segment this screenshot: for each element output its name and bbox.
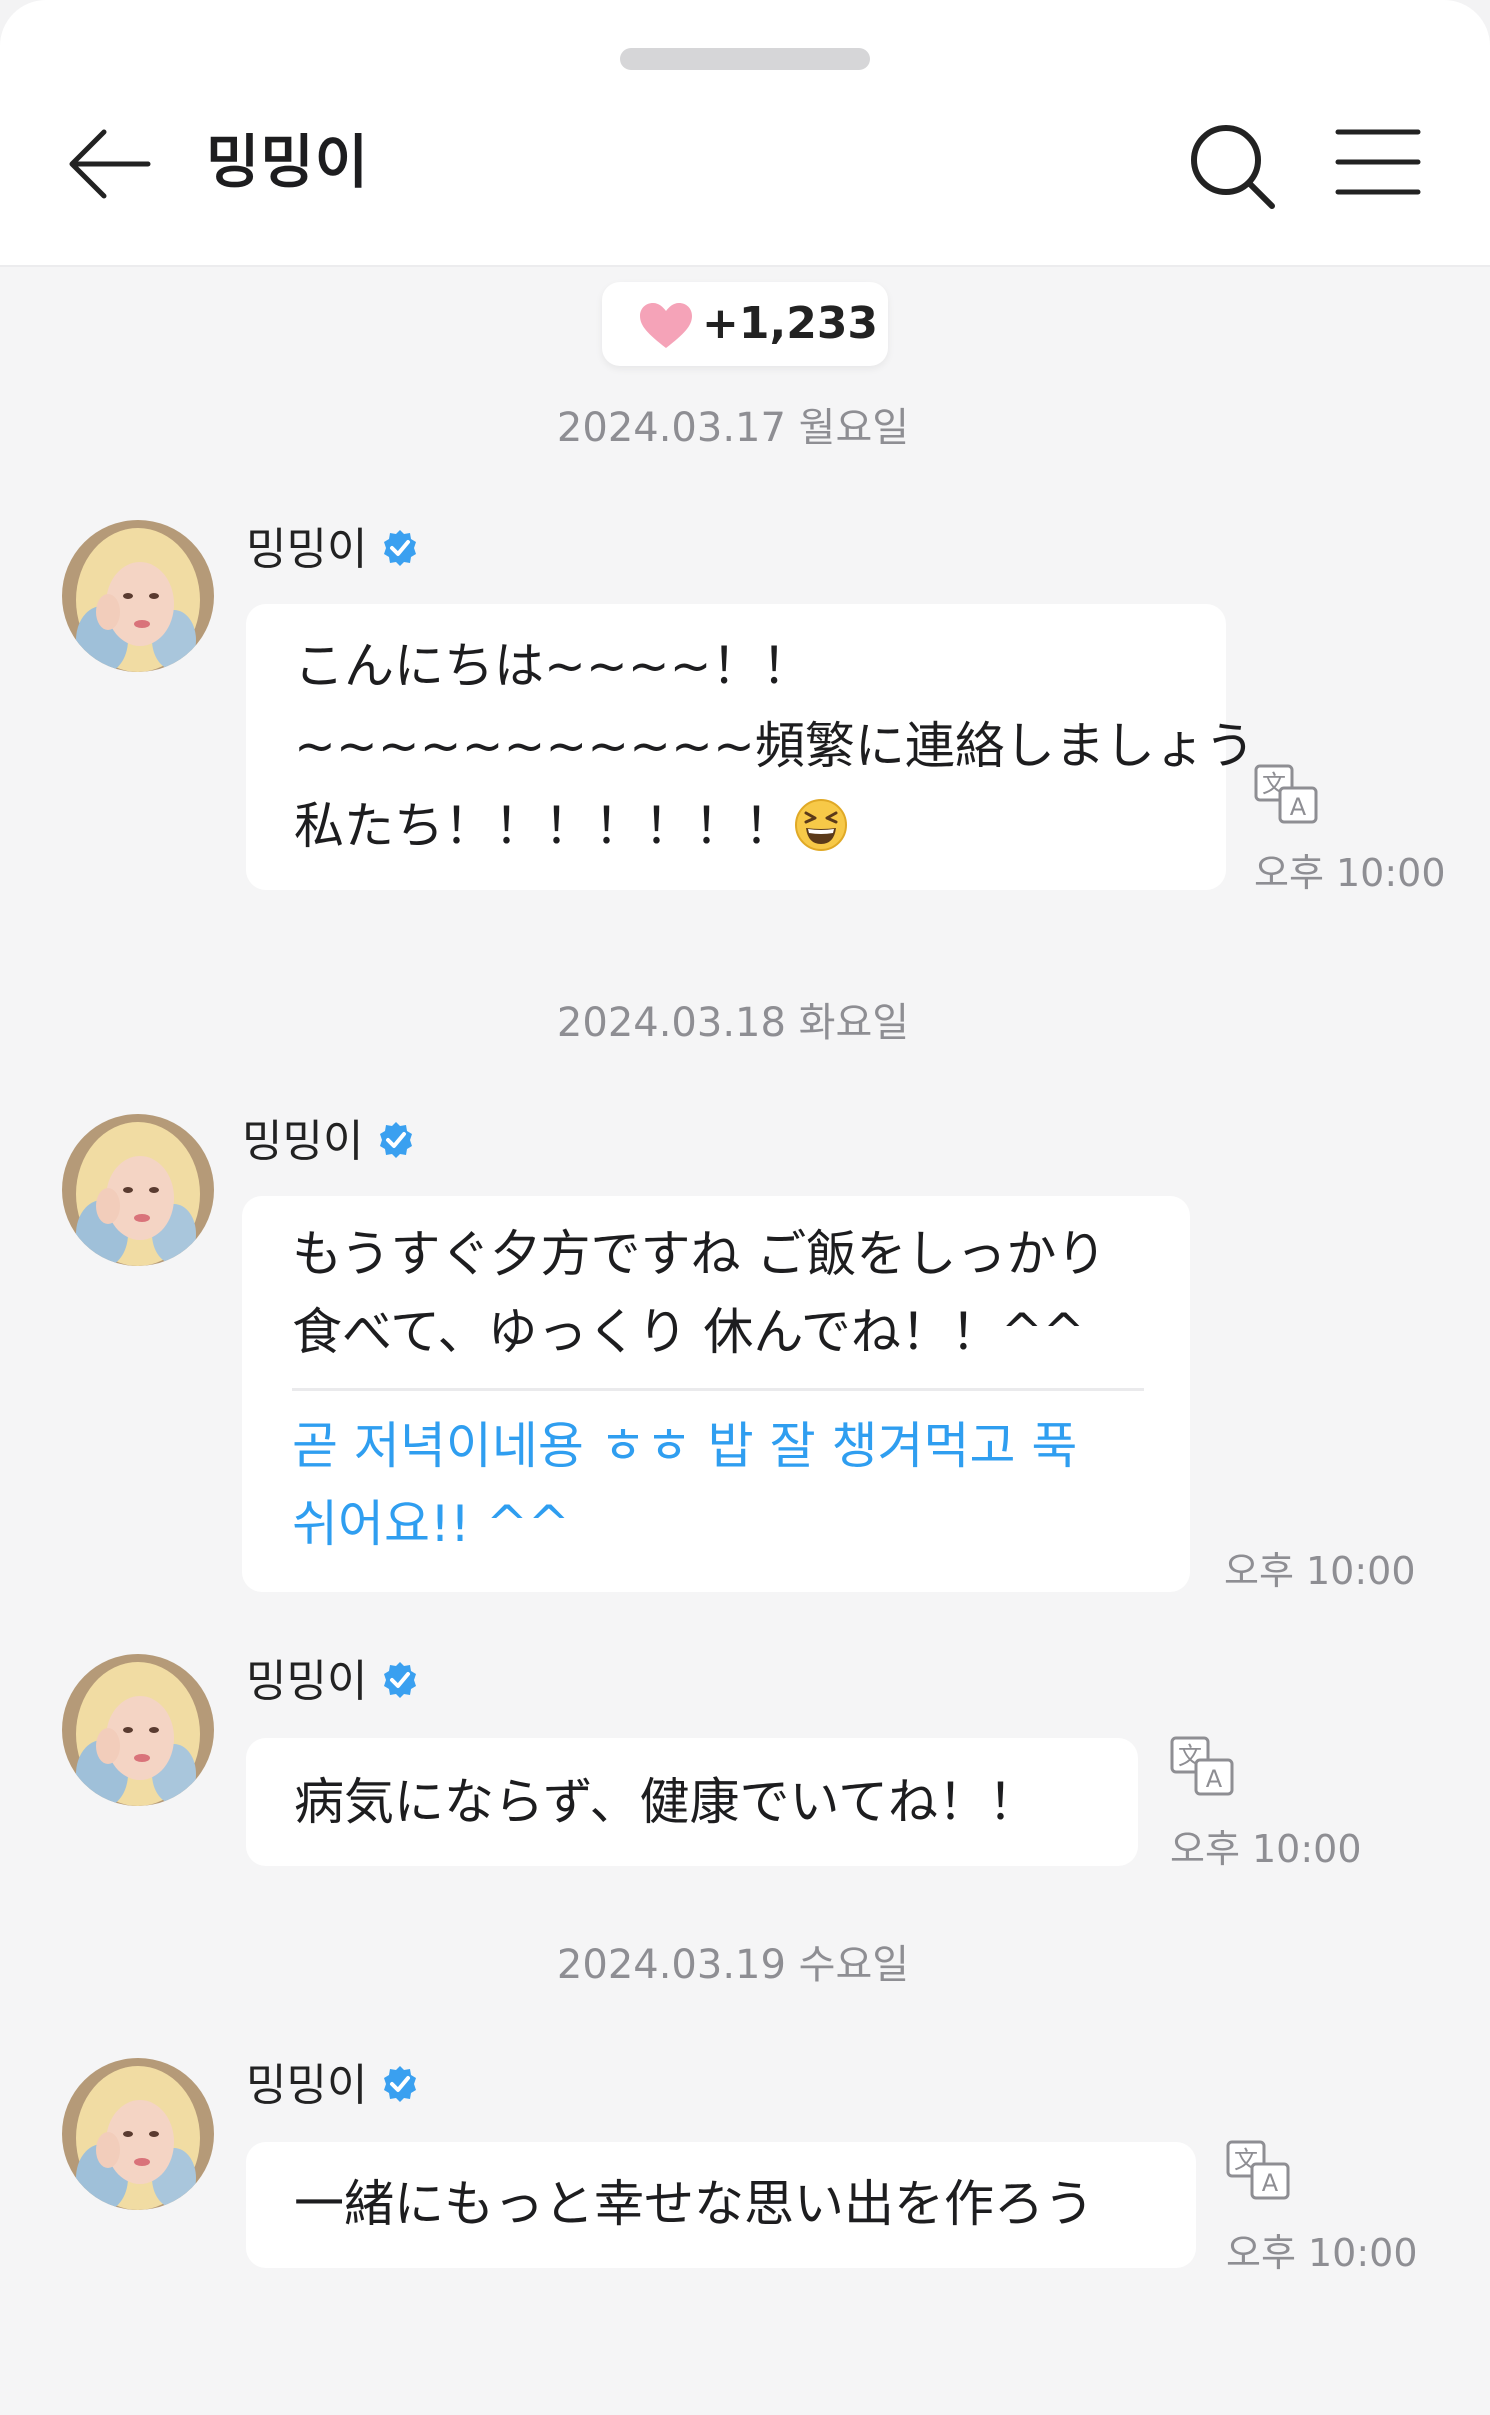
translation-line: 쉬어요!! ^^ bbox=[292, 1495, 570, 1553]
likes-count: +1,233 bbox=[702, 298, 879, 349]
message-time: 오후 10:00 bbox=[1224, 1549, 1416, 1593]
hamburger-menu-icon bbox=[1335, 129, 1421, 195]
grinning-squinting-face-emoji bbox=[795, 798, 847, 851]
avatar[interactable] bbox=[62, 1654, 214, 1806]
message-bubble[interactable]: こんにちは~~~~！！ ~~~~~~~~~~~頻繁に連絡しましょう 私たち！！！… bbox=[246, 604, 1255, 890]
drag-handle[interactable] bbox=[620, 48, 870, 70]
message-time: 오후 10:00 bbox=[1254, 851, 1446, 895]
message-line-text: 私たち！！！！！！！ bbox=[294, 797, 794, 855]
message-line: 私たち！！！！！！！ bbox=[294, 786, 848, 866]
date-separator: 2024.03.17 월요일 bbox=[556, 405, 910, 451]
verified-badge-icon bbox=[384, 1662, 417, 1698]
back-button[interactable] bbox=[64, 118, 156, 210]
sender-name-text: 밍밍이 bbox=[246, 2060, 368, 2111]
translate-icon[interactable]: 文 A bbox=[1226, 2138, 1292, 2204]
avatar[interactable] bbox=[62, 520, 214, 672]
heart-icon bbox=[640, 303, 692, 348]
svg-text:A: A bbox=[1206, 1765, 1223, 1793]
message-line: 食べて、ゆっくり 休んでね！！^^ bbox=[292, 1303, 1085, 1361]
message-line: ~~~~~~~~~~~頻繁に連絡しましょう bbox=[294, 717, 1255, 775]
date-separator: 2024.03.19 수요일 bbox=[556, 1942, 910, 1988]
message-line: 一緒にもっと幸せな思い出を作ろう bbox=[294, 2175, 1094, 2233]
sender-name: 밍밍이 bbox=[246, 1652, 419, 1712]
profile-photo bbox=[62, 1114, 214, 1266]
message-bubble[interactable]: 病気にならず、健康でいてね！！ bbox=[246, 1738, 1138, 1866]
sender-name: 밍밍이 bbox=[246, 520, 419, 580]
search-icon bbox=[1191, 125, 1275, 209]
translate-icon[interactable]: 文 A bbox=[1170, 1734, 1236, 1800]
profile-photo bbox=[62, 2058, 214, 2210]
arrow-left-icon bbox=[69, 129, 151, 199]
message-line: こんにちは~~~~！！ bbox=[294, 637, 812, 695]
translate-icon[interactable]: 文 A bbox=[1254, 762, 1320, 828]
sender-name: 밍밍이 bbox=[246, 2056, 419, 2116]
header-bar: 밍밍이 bbox=[0, 0, 1490, 267]
page-title: 밍밍이 bbox=[206, 128, 370, 196]
likes-counter[interactable]: +1,233 bbox=[602, 282, 888, 366]
sender-name: 밍밍이 bbox=[242, 1112, 415, 1172]
sender-name-text: 밍밍이 bbox=[242, 1116, 364, 1167]
search-button[interactable] bbox=[1184, 118, 1280, 214]
svg-text:A: A bbox=[1262, 2169, 1279, 2197]
message-line: 病気にならず、健康でいてね！！ bbox=[294, 1773, 1038, 1831]
date-separator: 2024.03.18 화요일 bbox=[556, 1000, 910, 1046]
message-bubble[interactable]: もうすぐ夕方ですね ご飯をしっかり 食べて、ゆっくり 休んでね！！^^ 곧 저녁… bbox=[242, 1196, 1190, 1592]
avatar[interactable] bbox=[62, 2058, 214, 2210]
svg-text:A: A bbox=[1290, 793, 1307, 821]
message-line: もうすぐ夕方ですね ご飯をしっかり bbox=[292, 1225, 1107, 1283]
message-time: 오후 10:00 bbox=[1226, 2231, 1418, 2275]
sender-name-text: 밍밍이 bbox=[246, 524, 368, 575]
profile-photo bbox=[62, 520, 214, 672]
translation-divider bbox=[292, 1388, 1144, 1391]
profile-photo bbox=[62, 1654, 214, 1806]
chat-screen: 밍밍이 +1,233 2024.03.17 월요일 밍밍이 こんにちは~~~~！… bbox=[0, 0, 1490, 2415]
message-bubble[interactable]: 一緒にもっと幸せな思い出を作ろう bbox=[246, 2142, 1196, 2268]
message-time: 오후 10:00 bbox=[1170, 1827, 1362, 1871]
menu-button[interactable] bbox=[1330, 118, 1426, 214]
verified-badge-icon bbox=[384, 530, 417, 566]
avatar[interactable] bbox=[62, 1114, 214, 1266]
verified-badge-icon bbox=[384, 2066, 417, 2102]
verified-badge-icon bbox=[380, 1122, 413, 1158]
sender-name-text: 밍밍이 bbox=[246, 1656, 368, 1707]
translation-line: 곧 저녁이네용 ㅎㅎ 밥 잘 챙겨먹고 푹 bbox=[292, 1417, 1078, 1475]
